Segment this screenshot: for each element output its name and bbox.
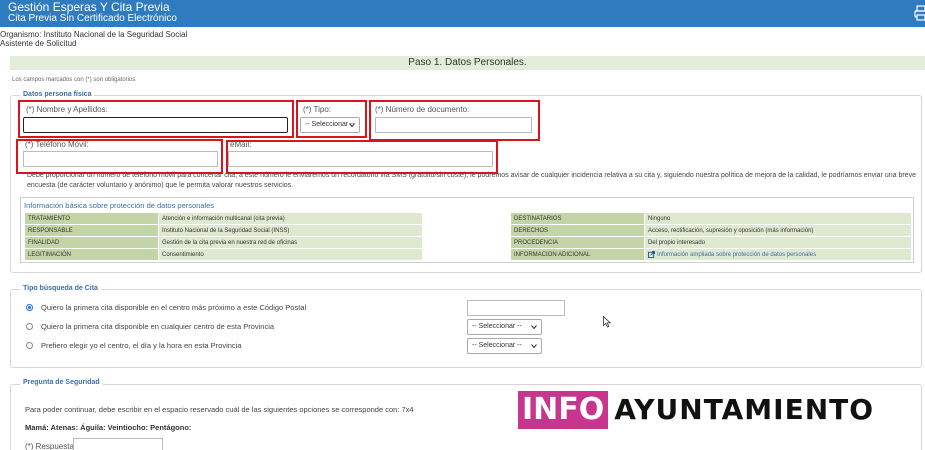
respuesta-input[interactable] (73, 438, 163, 450)
watermark-info: INFO (518, 391, 609, 429)
tipo-busqueda-legend: Tipo búsqueda de Cita (20, 285, 101, 292)
security-question: Para poder continuar, debe escribir en e… (25, 405, 414, 414)
lopd-value: Del propio interesado (644, 236, 912, 249)
highlight-tipo (296, 100, 367, 138)
highlight-telefono (16, 139, 223, 174)
respuesta-label: (*) Respuesta: (25, 442, 77, 450)
codigo-postal-input[interactable] (467, 300, 565, 316)
lopd-key: TRATAMIENTO (24, 212, 159, 225)
lopd-value: Gestión de la cita previa en nuestra red… (158, 236, 423, 249)
pregunta-seguridad-legend: Pregunta de Seguridad (20, 379, 103, 386)
highlight-numdoc (369, 100, 540, 141)
lopd-box: Información básica sobre protección de d… (20, 197, 914, 263)
external-link-icon (648, 250, 655, 258)
mouse-cursor-icon (603, 316, 611, 328)
radio-cualquier-centro[interactable] (26, 323, 33, 330)
app-subtitle: Cita Previa Sin Certificado Electrónico (8, 13, 177, 24)
lopd-table: TRATAMIENTO Atención e información multi… (24, 212, 912, 261)
radio-elegir-centro[interactable] (26, 342, 33, 349)
lopd-key: INFORMACION ADICIONAL (510, 248, 645, 261)
provincia-select-2[interactable]: -- Seleccionar -- (467, 338, 542, 354)
lopd-title: Información básica sobre protección de d… (24, 201, 215, 210)
table-row: TRATAMIENTO Atención e información multi… (24, 212, 912, 225)
radio-codigo-postal[interactable] (26, 304, 33, 311)
provincia-select-1[interactable]: -- Seleccionar -- (467, 319, 542, 335)
lopd-value: Atención e información multicanal (cita … (158, 212, 423, 225)
chevron-down-icon (531, 344, 537, 349)
lopd-key: LEGITIMACIÓN (24, 248, 159, 261)
lopd-key: RESPONSABLE (24, 224, 159, 237)
step-title: Paso 1. Datos Personales. (10, 56, 925, 70)
organismo-info: Organismo: Instituto Nacional de la Segu… (0, 30, 187, 48)
organismo-value: Instituto Nacional de la Seguridad Socia… (43, 30, 188, 39)
lopd-key: DERECHOS (510, 224, 645, 237)
lopd-value: Instituto Nacional de la Seguridad Socia… (158, 224, 423, 237)
highlight-email (226, 140, 498, 174)
option-codigo-postal-label: Quiero la primera cita disponible en el … (41, 303, 307, 312)
datos-persona-legend: Datos persona física (20, 91, 95, 98)
highlight-nombre (18, 100, 294, 138)
lopd-key: PROCEDENCIA (510, 236, 645, 249)
telefono-info-text: Debe proporcionar un número de teléfono … (27, 172, 916, 189)
info-adicional-link[interactable]: Información ampliada sobre protección de… (644, 248, 912, 261)
lopd-value: Ninguno (644, 212, 912, 225)
derechos-link[interactable]: Acceso, rectificación, supresión y oposi… (644, 224, 912, 237)
option-cualquier-centro-label: Quiero la primera cita disponible en cua… (41, 322, 275, 331)
lopd-key: FINALIDAD (24, 236, 159, 249)
organismo-label: Organismo: (0, 30, 42, 39)
lopd-key: DESTINATARIOS (510, 212, 645, 225)
table-row: RESPONSABLE Instituto Nacional de la Seg… (24, 224, 912, 237)
assistant-label: Asistente de Solicitud (0, 39, 77, 48)
infoayuntamiento-watermark: INFO AYUNTAMIENTO (518, 390, 874, 430)
lopd-value: Consentimiento (158, 248, 423, 261)
option-elegir-centro-label: Prefiero elegir yo el centro, el día y l… (41, 341, 242, 350)
security-options: Mamá: Atenas: Águila: Veintiocho: Pentág… (25, 423, 192, 432)
app-header: Gestión Esperas Y Cita Previa Cita Previ… (0, 0, 925, 27)
watermark-ayuntamiento: AYUNTAMIENTO (614, 393, 875, 426)
printer-icon[interactable] (914, 4, 925, 22)
table-row: FINALIDAD Gestión de la cita previa en n… (24, 236, 912, 249)
table-row: LEGITIMACIÓN Consentimiento INFORMACION … (24, 248, 912, 261)
mandatory-note: Los campos marcados con (*) son obligato… (12, 77, 136, 83)
chevron-down-icon (531, 325, 537, 330)
